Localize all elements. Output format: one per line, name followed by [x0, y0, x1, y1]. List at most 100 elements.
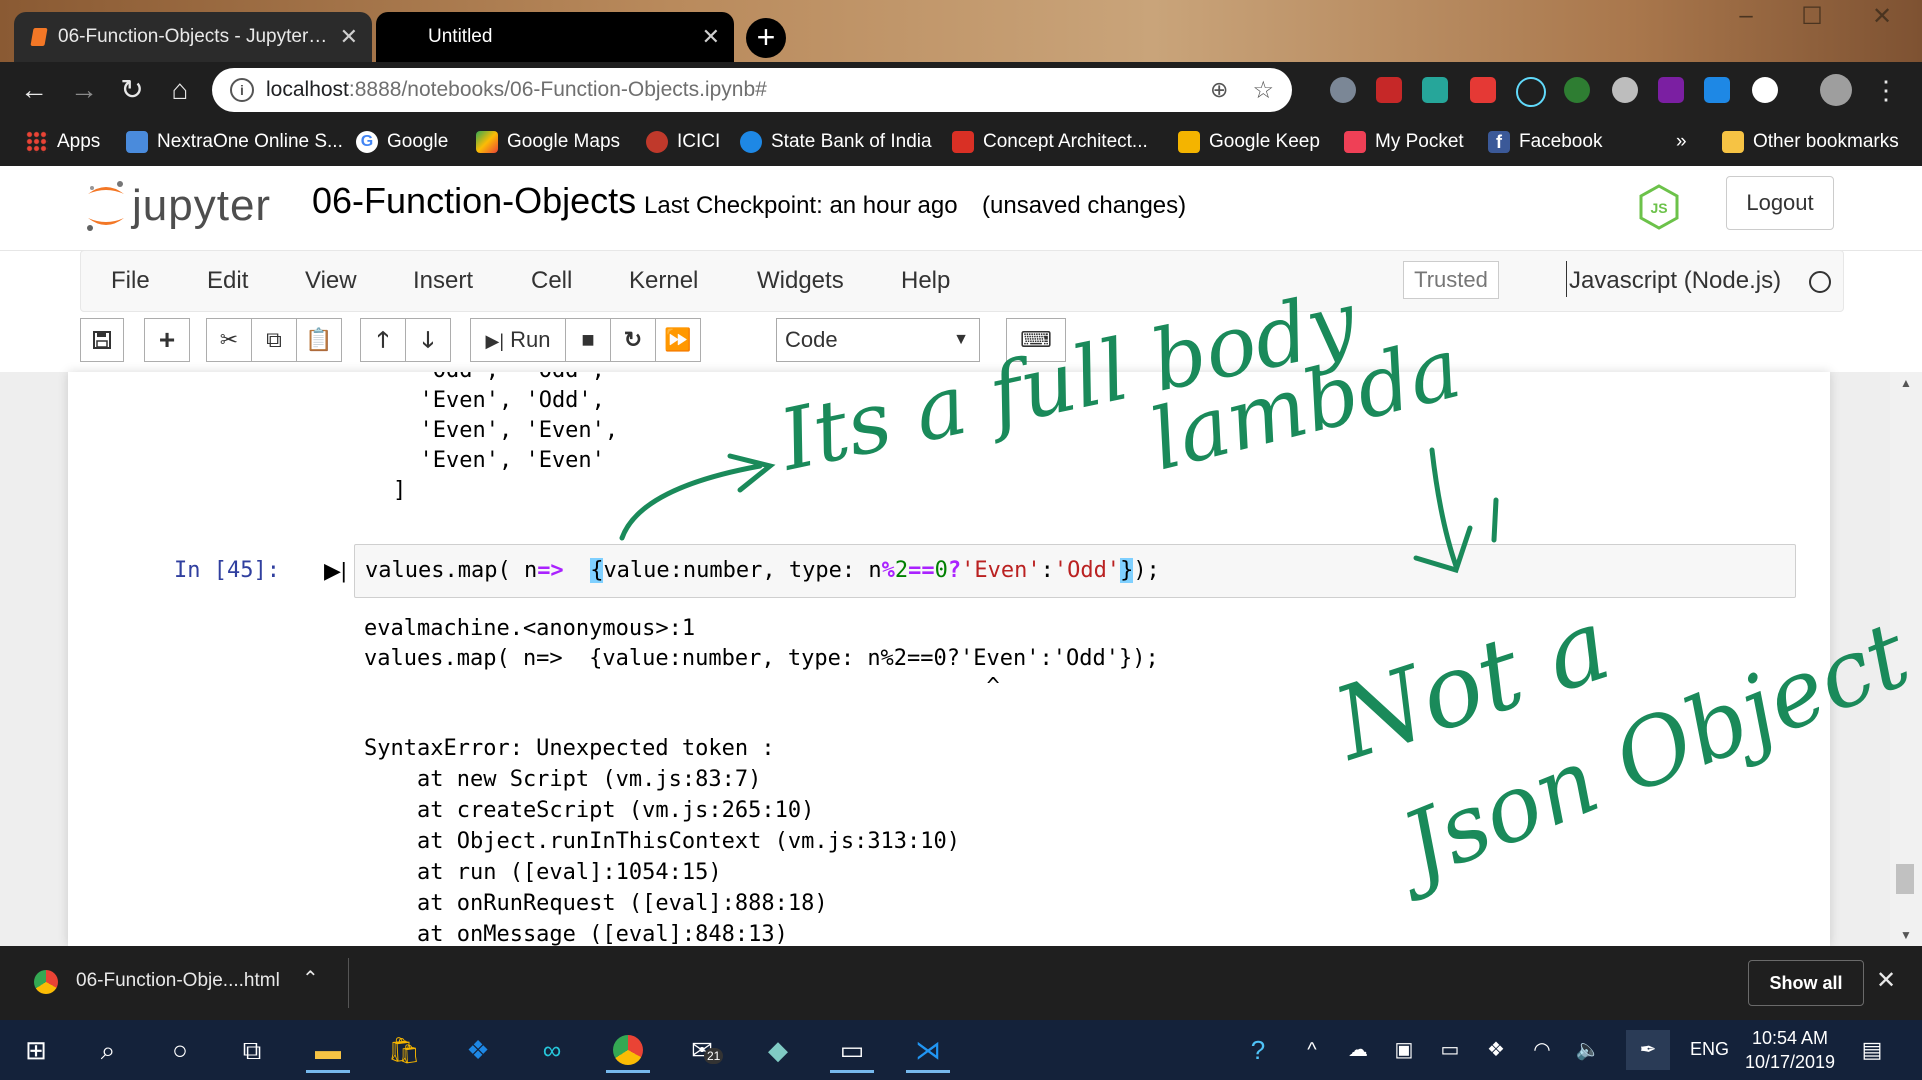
jupyter-logo[interactable]: jupyter	[84, 178, 271, 234]
wifi-icon[interactable]: ◠	[1520, 1030, 1564, 1070]
address-bar[interactable]: i localhost:8888/notebooks/06-Function-O…	[212, 68, 1292, 112]
bookmark-google[interactable]: G Google	[356, 118, 448, 166]
extension-2-icon[interactable]	[1376, 77, 1402, 103]
move-down-icon[interactable]: 🡓	[405, 318, 451, 362]
download-options-chevron-icon[interactable]: ⌃	[302, 966, 319, 991]
onenote-icon[interactable]	[1658, 77, 1684, 103]
extension-1-icon[interactable]	[1330, 77, 1356, 103]
help-icon[interactable]: ?	[1236, 1030, 1280, 1070]
extension-7-icon[interactable]	[1612, 77, 1638, 103]
bookmark-icici[interactable]: ICICI	[646, 118, 720, 166]
paste-icon[interactable]: 📋	[296, 318, 342, 362]
tab-untitled[interactable]: Untitled ✕	[376, 12, 734, 62]
bookmark-apps[interactable]: Apps	[26, 118, 100, 166]
close-shelf-icon[interactable]: ✕	[1876, 966, 1896, 995]
dropbox-taskbar-icon[interactable]: ❖	[456, 1030, 500, 1070]
mail-taskbar-icon[interactable]: ✉ 21	[680, 1030, 724, 1070]
cell-type-select[interactable]: Code ▼	[776, 318, 980, 362]
move-up-icon[interactable]: 🡑	[360, 318, 406, 362]
battery-icon[interactable]: ▭	[1428, 1030, 1472, 1070]
menu-cell[interactable]: Cell	[531, 267, 572, 295]
close-tab-icon[interactable]: ✕	[702, 24, 720, 50]
language-indicator[interactable]: ENG	[1690, 1039, 1729, 1060]
star-bookmark-icon[interactable]: ☆	[1252, 76, 1274, 105]
infinity-app-icon[interactable]: ∞	[530, 1030, 574, 1070]
home-icon[interactable]: ⌂	[160, 70, 200, 110]
zoom-icon[interactable]: ⊕	[1210, 77, 1228, 103]
bookmarks-overflow-chevron[interactable]: »	[1676, 118, 1687, 166]
extension-10-icon[interactable]	[1752, 77, 1778, 103]
trusted-badge[interactable]: Trusted	[1403, 261, 1499, 299]
extension-3-icon[interactable]	[1422, 77, 1448, 103]
bookmark-other-bookmarks[interactable]: Other bookmarks	[1722, 118, 1899, 166]
scroll-up-icon[interactable]: ▲	[1900, 376, 1912, 390]
react-icon[interactable]	[1516, 77, 1546, 107]
window-close-icon[interactable]: ✕	[1862, 2, 1902, 31]
insert-cell-button[interactable]: +	[144, 318, 190, 362]
restart-icon[interactable]: ↻	[610, 318, 656, 362]
file-explorer-icon[interactable]: ▬	[306, 1030, 350, 1073]
store-icon[interactable]: 🛍	[382, 1030, 426, 1070]
new-tab-button[interactable]: +	[746, 18, 786, 58]
pen-icon[interactable]: ✒	[1626, 1030, 1670, 1070]
notebook-name[interactable]: 06-Function-Objects	[312, 180, 636, 222]
bookmark-facebook[interactable]: f Facebook	[1488, 118, 1602, 166]
show-all-button[interactable]: Show all	[1748, 960, 1864, 1006]
evernote-icon[interactable]	[1564, 77, 1590, 103]
minimize-icon[interactable]: –	[1726, 2, 1766, 30]
code-cell-input[interactable]: values.map( n=> {value:number, type: n%2…	[354, 544, 1796, 598]
bookmark-google-maps[interactable]: Google Maps	[476, 118, 620, 166]
notes-app-icon[interactable]: ◆	[756, 1030, 800, 1070]
close-tab-icon[interactable]: ✕	[340, 24, 358, 50]
menu-widgets[interactable]: Widgets	[757, 267, 844, 295]
restart-run-all-icon[interactable]: ⏩	[655, 318, 701, 362]
page-scrollbar[interactable]: ▲ ▼	[1890, 372, 1922, 946]
download-file-name[interactable]: 06-Function-Obje....html	[76, 970, 280, 992]
action-center-icon[interactable]: ▤	[1850, 1030, 1894, 1070]
logout-button[interactable]: Logout	[1726, 176, 1834, 230]
menu-edit[interactable]: Edit	[207, 267, 248, 295]
tray-app-icon[interactable]: ▣	[1382, 1030, 1426, 1070]
forward-arrow-icon[interactable]: →	[64, 70, 104, 110]
volume-icon[interactable]: 🔈	[1566, 1030, 1610, 1070]
gmail-icon[interactable]	[1470, 77, 1496, 103]
menu-insert[interactable]: Insert	[413, 267, 473, 295]
menu-view[interactable]: View	[305, 267, 357, 295]
bookmark-sbi[interactable]: State Bank of India	[740, 118, 932, 166]
bookmark-concept-architect[interactable]: Concept Architect...	[952, 118, 1148, 166]
dropbox-ext-icon[interactable]	[1704, 77, 1730, 103]
tab-jupyter-notebook[interactable]: 06-Function-Objects - Jupyter Notebook ✕	[14, 12, 372, 62]
scroll-down-icon[interactable]: ▼	[1900, 928, 1912, 942]
menu-kernel[interactable]: Kernel	[629, 267, 698, 295]
profile-avatar[interactable]	[1820, 74, 1852, 106]
clock[interactable]: 10:54 AM 10/17/2019	[1744, 1026, 1836, 1074]
back-arrow-icon[interactable]: ←	[14, 70, 54, 110]
tray-chevron-icon[interactable]: ^	[1290, 1030, 1334, 1070]
interrupt-stop-icon[interactable]: ■	[565, 318, 611, 362]
run-button[interactable]: ▶| Run	[470, 318, 566, 362]
bookmark-my-pocket[interactable]: My Pocket	[1344, 118, 1464, 166]
windows-start-icon[interactable]: ⊞	[14, 1030, 58, 1070]
bookmark-nextraone[interactable]: NextraOne Online S...	[126, 118, 343, 166]
scrollbar-thumb[interactable]	[1896, 864, 1914, 894]
cortana-icon[interactable]: ○	[158, 1030, 202, 1070]
search-icon[interactable]: ⌕	[86, 1030, 130, 1070]
menu-help[interactable]: Help	[901, 267, 950, 295]
save-icon[interactable]	[80, 318, 124, 362]
copy-icon[interactable]: ⧉	[251, 318, 297, 362]
bookmark-google-keep[interactable]: Google Keep	[1178, 118, 1320, 166]
onedrive-icon[interactable]: ☁	[1336, 1030, 1380, 1070]
menu-file[interactable]: File	[111, 267, 150, 295]
terminal-icon[interactable]: ▭	[830, 1030, 874, 1073]
keyboard-shortcuts-icon[interactable]: ⌨	[1006, 318, 1066, 362]
maximize-icon[interactable]: ☐	[1792, 2, 1832, 31]
task-view-icon[interactable]: ⧉	[230, 1030, 274, 1070]
chrome-taskbar-icon[interactable]	[606, 1030, 650, 1073]
dropbox-tray-icon[interactable]: ❖	[1474, 1030, 1518, 1070]
info-icon[interactable]: i	[230, 78, 254, 102]
kebab-menu-icon[interactable]: ⋮	[1866, 70, 1906, 110]
run-cell-icon[interactable]: ▶|	[324, 558, 347, 584]
reload-icon[interactable]: ↻	[112, 70, 152, 110]
cut-icon[interactable]: ✂	[206, 318, 252, 362]
vscode-icon[interactable]: ⋊	[906, 1030, 950, 1073]
